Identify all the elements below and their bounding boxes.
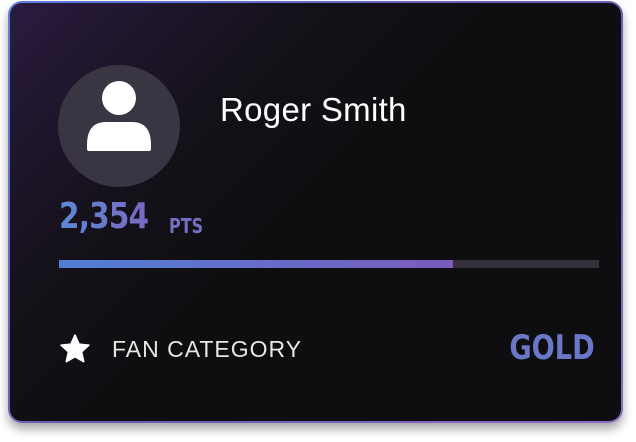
points-unit: PTS	[169, 214, 204, 238]
points-value: 2,354	[59, 196, 149, 237]
user-name: Roger Smith	[220, 91, 407, 128]
fan-category-label: FAN CATEGORY	[112, 336, 303, 362]
fan-profile-card: Roger Smith 2,354 PTS FAN CATEGORY GOLD	[8, 1, 623, 423]
points-progress-fill	[59, 260, 454, 268]
user-silhouette-icon	[87, 81, 151, 151]
fan-category-tier: GOLD	[509, 328, 595, 368]
points-progress-bar	[59, 260, 599, 268]
star-icon	[60, 334, 90, 363]
avatar	[58, 65, 180, 187]
points-display: 2,354 PTS	[59, 196, 203, 238]
